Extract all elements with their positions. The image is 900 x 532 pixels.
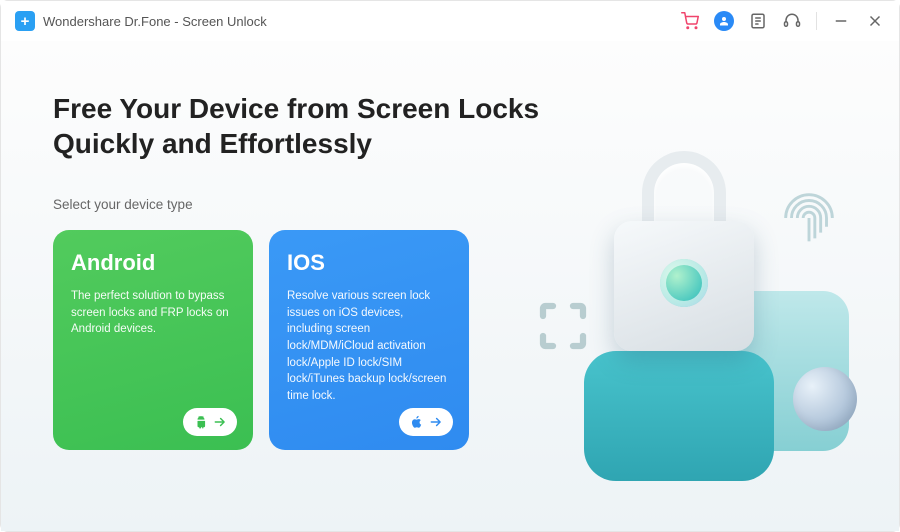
headline-line2: Quickly and Effortlessly [53,128,372,159]
apple-icon [410,415,424,429]
sphere-decor [793,367,857,431]
headline: Free Your Device from Screen Locks Quick… [53,91,573,161]
app-logo-icon: + [15,11,35,31]
android-card[interactable]: Android The perfect solution to bypass s… [53,230,253,450]
minimize-button[interactable] [831,11,851,31]
android-icon [194,415,208,429]
titlebar-right [680,11,885,31]
cart-icon[interactable] [680,11,700,31]
padlock-illustration [614,151,754,351]
lock-body [614,221,754,351]
lock-keyhole [660,259,708,307]
headline-line1: Free Your Device from Screen Locks [53,93,539,124]
face-id-bracket-icon [533,296,593,356]
main-area: Free Your Device from Screen Locks Quick… [1,41,899,531]
android-card-title: Android [71,250,235,276]
support-icon[interactable] [782,11,802,31]
pedestal-front [584,351,774,481]
close-button[interactable] [865,11,885,31]
fingerprint-icon [774,183,844,253]
ios-card-title: IOS [287,250,451,276]
titlebar: + Wondershare Dr.Fone - Screen Unlock [1,1,899,41]
titlebar-divider [816,12,817,30]
ios-card[interactable]: IOS Resolve various screen lock issues o… [269,230,469,450]
android-go-button[interactable] [183,408,237,436]
android-card-desc: The perfect solution to bypass screen lo… [71,288,235,338]
ios-go-button[interactable] [399,408,453,436]
hero-illustration [499,131,879,481]
arrow-right-icon [429,415,443,429]
app-title: Wondershare Dr.Fone - Screen Unlock [43,14,267,29]
titlebar-left: + Wondershare Dr.Fone - Screen Unlock [15,11,267,31]
account-icon[interactable] [714,11,734,31]
arrow-right-icon [213,415,227,429]
ios-card-desc: Resolve various screen lock issues on iO… [287,288,451,405]
feedback-icon[interactable] [748,11,768,31]
